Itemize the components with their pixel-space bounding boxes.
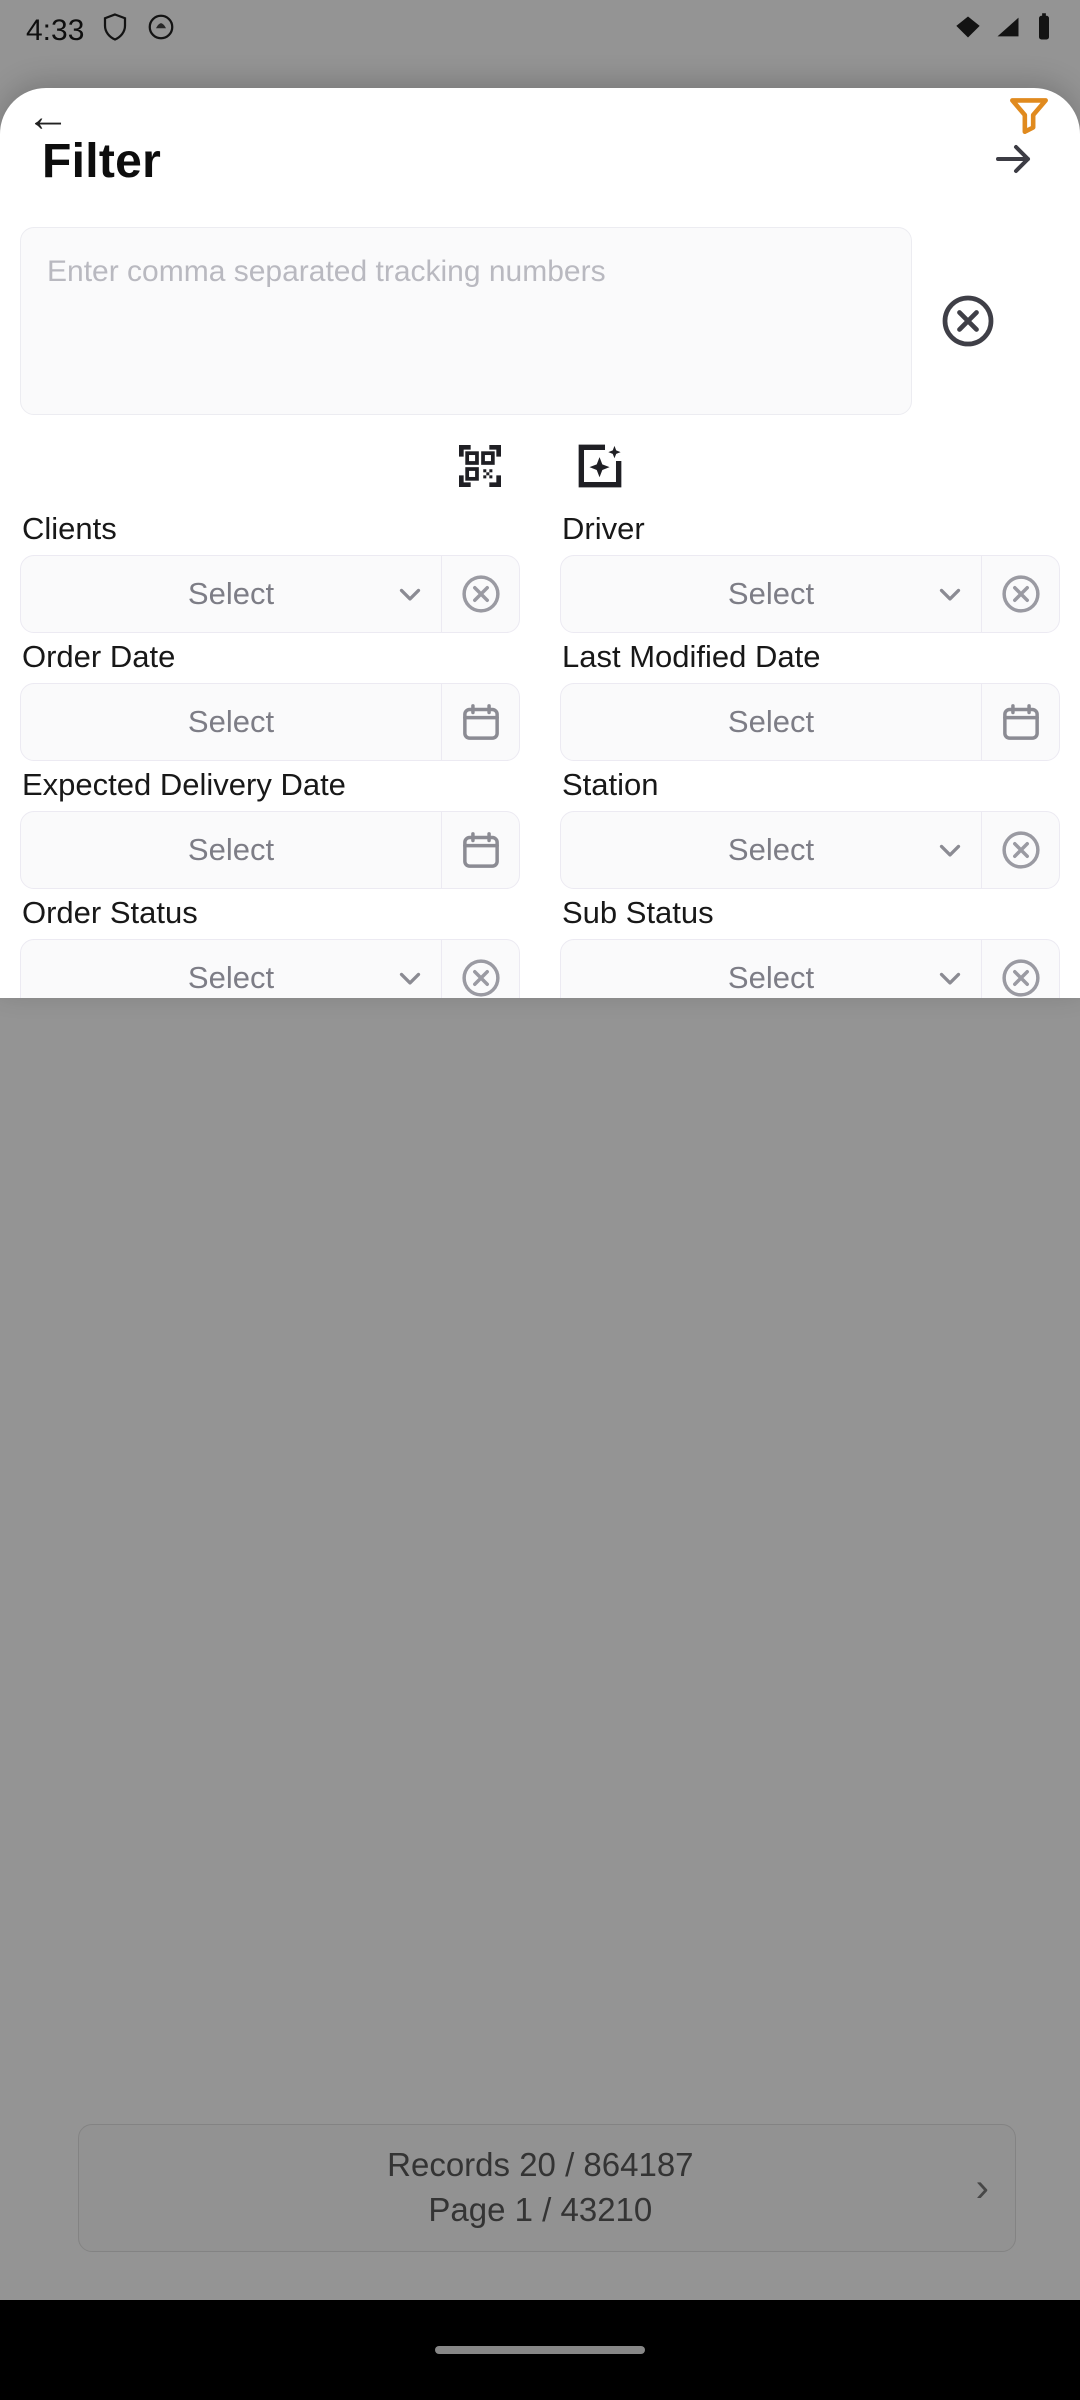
qr-scan-icon[interactable]	[451, 437, 509, 495]
chevron-down-icon	[393, 961, 427, 995]
dropdown-control[interactable]: Select	[560, 555, 1060, 633]
calendar-icon[interactable]	[441, 812, 519, 888]
field-label: Last Modified Date	[562, 639, 821, 674]
date-select-trigger[interactable]: Select	[561, 684, 981, 760]
selected-value: Select	[187, 960, 275, 995]
dropdown-control[interactable]: Select	[560, 811, 1060, 889]
selected-value: Select	[187, 832, 275, 867]
calendar-icon[interactable]	[981, 684, 1059, 760]
dropdown-trigger[interactable]: Select	[561, 940, 981, 998]
field-label: Order Status	[22, 895, 198, 930]
filter-funnel-icon[interactable]	[1004, 90, 1054, 145]
selected-value: Select	[187, 704, 275, 739]
filter-fields-grid: Clients Select Driver Select Order Date Selec…	[20, 505, 1060, 998]
selected-value: Select	[727, 832, 815, 867]
chevron-down-icon	[393, 577, 427, 611]
filter-field-station: Station Select	[540, 761, 1060, 889]
circle-x-icon[interactable]	[441, 556, 519, 632]
field-label: Driver	[562, 511, 645, 546]
dropdown-trigger[interactable]: Select	[561, 812, 981, 888]
dropdown-control[interactable]: Select	[20, 939, 520, 998]
field-label: Clients	[22, 511, 117, 546]
dropdown-trigger[interactable]: Select	[21, 556, 441, 632]
filter-field-order-date: Order Date Select	[20, 633, 540, 761]
image-scan-sparkle-icon[interactable]	[571, 437, 629, 495]
chevron-down-icon	[933, 577, 967, 611]
date-picker-control[interactable]: Select	[20, 683, 520, 761]
chevron-down-icon	[933, 961, 967, 995]
filter-header: Filter	[0, 88, 1080, 189]
tracking-numbers-input[interactable]: Enter comma separated tracking numbers	[20, 227, 912, 415]
circle-x-icon[interactable]	[981, 940, 1059, 998]
field-label: Expected Delivery Date	[22, 767, 346, 802]
dropdown-trigger[interactable]: Select	[561, 556, 981, 632]
filter-title: Filter	[42, 135, 162, 188]
filter-bottom-sheet: Filter Enter comma separated tracking nu…	[0, 88, 1080, 998]
filter-field-last-modified-date: Last Modified Date Select	[540, 633, 1060, 761]
calendar-icon[interactable]	[441, 684, 519, 760]
circle-x-icon[interactable]	[441, 940, 519, 998]
filter-field-clients: Clients Select	[20, 505, 540, 633]
date-select-trigger[interactable]: Select	[21, 812, 441, 888]
date-picker-control[interactable]: Select	[560, 683, 1060, 761]
filter-field-expected-delivery-date: Expected Delivery Date Select	[20, 761, 540, 889]
field-label: Sub Status	[562, 895, 714, 930]
circle-x-icon[interactable]	[981, 556, 1059, 632]
back-arrow-icon[interactable]: ←	[26, 92, 70, 142]
selected-value: Select	[727, 576, 815, 611]
chevron-down-icon	[933, 833, 967, 867]
filter-field-sub-status: Sub Status Select	[540, 889, 1060, 998]
scan-actions-row	[20, 415, 1060, 505]
circle-x-icon[interactable]	[981, 812, 1059, 888]
tracking-numbers-row: Enter comma separated tracking numbers	[20, 189, 1060, 415]
filter-field-order-status: Order Status Select	[20, 889, 540, 998]
date-picker-control[interactable]: Select	[20, 811, 520, 889]
selected-value: Select	[727, 704, 815, 739]
circle-x-icon[interactable]	[936, 289, 1000, 353]
field-label: Order Date	[22, 639, 176, 674]
filter-field-driver: Driver Select	[540, 505, 1060, 633]
date-select-trigger[interactable]: Select	[21, 684, 441, 760]
selected-value: Select	[187, 576, 275, 611]
field-label: Station	[562, 767, 659, 802]
selected-value: Select	[727, 960, 815, 995]
dropdown-control[interactable]: Select	[20, 555, 520, 633]
dropdown-trigger[interactable]: Select	[21, 940, 441, 998]
dropdown-control[interactable]: Select	[560, 939, 1060, 998]
